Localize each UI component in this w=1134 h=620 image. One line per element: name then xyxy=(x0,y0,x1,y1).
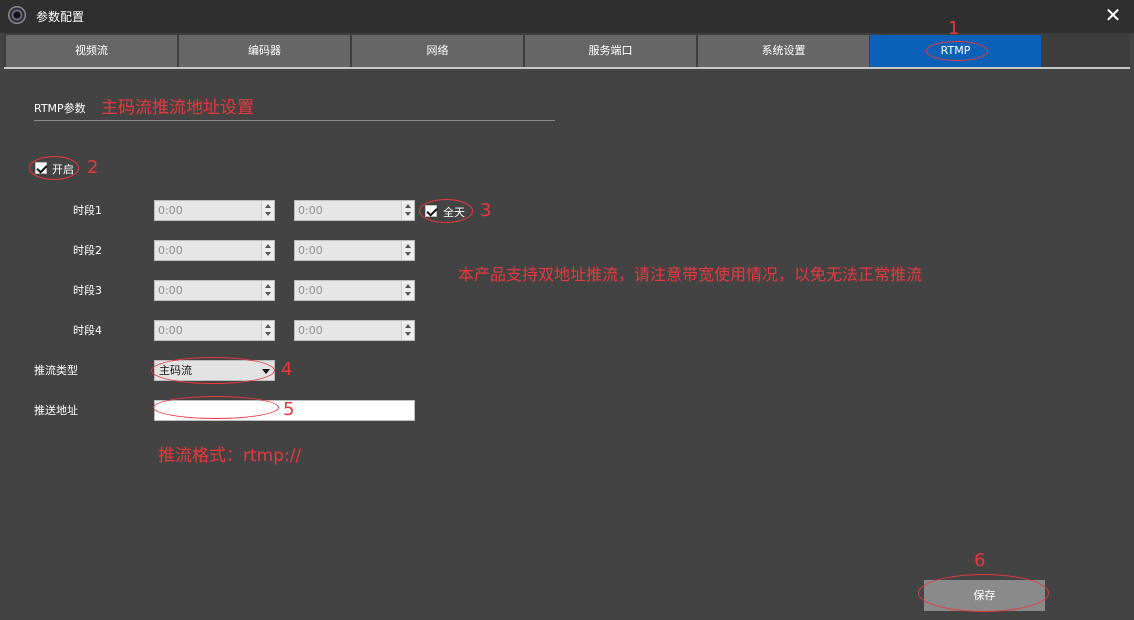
annotation-oval-stream-type xyxy=(151,357,275,384)
annotation-marker-6: 6 xyxy=(974,550,986,571)
spin-down-icon[interactable] xyxy=(265,332,271,336)
window-title: 参数配置 xyxy=(36,10,85,24)
annotation-oval-save xyxy=(918,574,1049,612)
period-3-start-spinbox[interactable]: 0:00 xyxy=(154,280,275,301)
annotation-bandwidth-notice: 本产品支持双地址推流，请注意带宽使用情况，以免无法正常推流 xyxy=(458,265,923,284)
period-2-label: 时段2 xyxy=(73,244,102,257)
period-1-end-spinbox[interactable]: 0:00 xyxy=(294,200,415,221)
period-1-start-value: 0:00 xyxy=(158,204,183,217)
spin-up-icon[interactable] xyxy=(405,324,411,328)
period-2-end-spinbox[interactable]: 0:00 xyxy=(294,240,415,261)
spin-arrows[interactable] xyxy=(261,281,274,300)
period-2-end-value: 0:00 xyxy=(298,244,323,257)
spin-arrows[interactable] xyxy=(401,201,414,220)
tab-network[interactable]: 网络 xyxy=(352,35,523,67)
spin-up-icon[interactable] xyxy=(265,244,271,248)
period-1-label: 时段1 xyxy=(73,204,102,217)
spin-arrows[interactable] xyxy=(261,241,274,260)
spin-arrows[interactable] xyxy=(401,281,414,300)
section-divider xyxy=(34,120,555,121)
title-bar: 参数配置 ✕ xyxy=(0,0,1134,33)
annotation-marker-3: 3 xyxy=(480,200,492,221)
annotation-marker-2: 2 xyxy=(87,157,99,178)
period-4-label: 时段4 xyxy=(73,324,102,337)
spin-down-icon[interactable] xyxy=(265,252,271,256)
close-icon[interactable]: ✕ xyxy=(1102,4,1124,26)
period-4-start-value: 0:00 xyxy=(158,324,183,337)
annotation-oval-push-address xyxy=(153,396,279,419)
annotation-marker-4: 4 xyxy=(281,359,293,380)
camera-lens-icon xyxy=(8,6,26,24)
annotation-oval-enable xyxy=(29,156,79,180)
section-label: RTMP参数 xyxy=(34,102,86,115)
period-4-start-spinbox[interactable]: 0:00 xyxy=(154,320,275,341)
tab-encoder[interactable]: 编码器 xyxy=(179,35,350,67)
period-3-end-value: 0:00 xyxy=(298,284,323,297)
tab-service-port[interactable]: 服务端口 xyxy=(525,35,696,67)
period-3-end-spinbox[interactable]: 0:00 xyxy=(294,280,415,301)
push-address-label: 推送地址 xyxy=(34,404,78,417)
spin-arrows[interactable] xyxy=(401,321,414,340)
spin-up-icon[interactable] xyxy=(265,324,271,328)
spin-down-icon[interactable] xyxy=(265,212,271,216)
stream-type-label: 推流类型 xyxy=(34,364,78,377)
annotation-heading: 主码流推流地址设置 xyxy=(101,98,254,118)
period-1-end-value: 0:00 xyxy=(298,204,323,217)
period-3-start-value: 0:00 xyxy=(158,284,183,297)
period-4-end-value: 0:00 xyxy=(298,324,323,337)
period-3-label: 时段3 xyxy=(73,284,102,297)
period-2-start-spinbox[interactable]: 0:00 xyxy=(154,240,275,261)
annotation-format: 推流格式：rtmp:// xyxy=(158,446,302,466)
annotation-marker-5: 5 xyxy=(283,399,295,420)
spin-down-icon[interactable] xyxy=(405,292,411,296)
spin-up-icon[interactable] xyxy=(405,204,411,208)
spin-down-icon[interactable] xyxy=(405,252,411,256)
spin-arrows[interactable] xyxy=(261,321,274,340)
annotation-oval-rtmp xyxy=(926,41,988,61)
spin-arrows[interactable] xyxy=(261,201,274,220)
spin-down-icon[interactable] xyxy=(405,212,411,216)
annotation-oval-all-day xyxy=(419,199,473,223)
period-2-start-value: 0:00 xyxy=(158,244,183,257)
period-4-end-spinbox[interactable]: 0:00 xyxy=(294,320,415,341)
spin-up-icon[interactable] xyxy=(265,204,271,208)
spin-up-icon[interactable] xyxy=(405,244,411,248)
tab-system-settings[interactable]: 系统设置 xyxy=(698,35,869,67)
spin-down-icon[interactable] xyxy=(265,292,271,296)
spin-up-icon[interactable] xyxy=(265,284,271,288)
annotation-marker-1: 1 xyxy=(948,18,960,39)
period-1-start-spinbox[interactable]: 0:00 xyxy=(154,200,275,221)
tab-video-stream[interactable]: 视频流 xyxy=(6,35,177,67)
spin-up-icon[interactable] xyxy=(405,284,411,288)
spin-down-icon[interactable] xyxy=(405,332,411,336)
spin-arrows[interactable] xyxy=(401,241,414,260)
